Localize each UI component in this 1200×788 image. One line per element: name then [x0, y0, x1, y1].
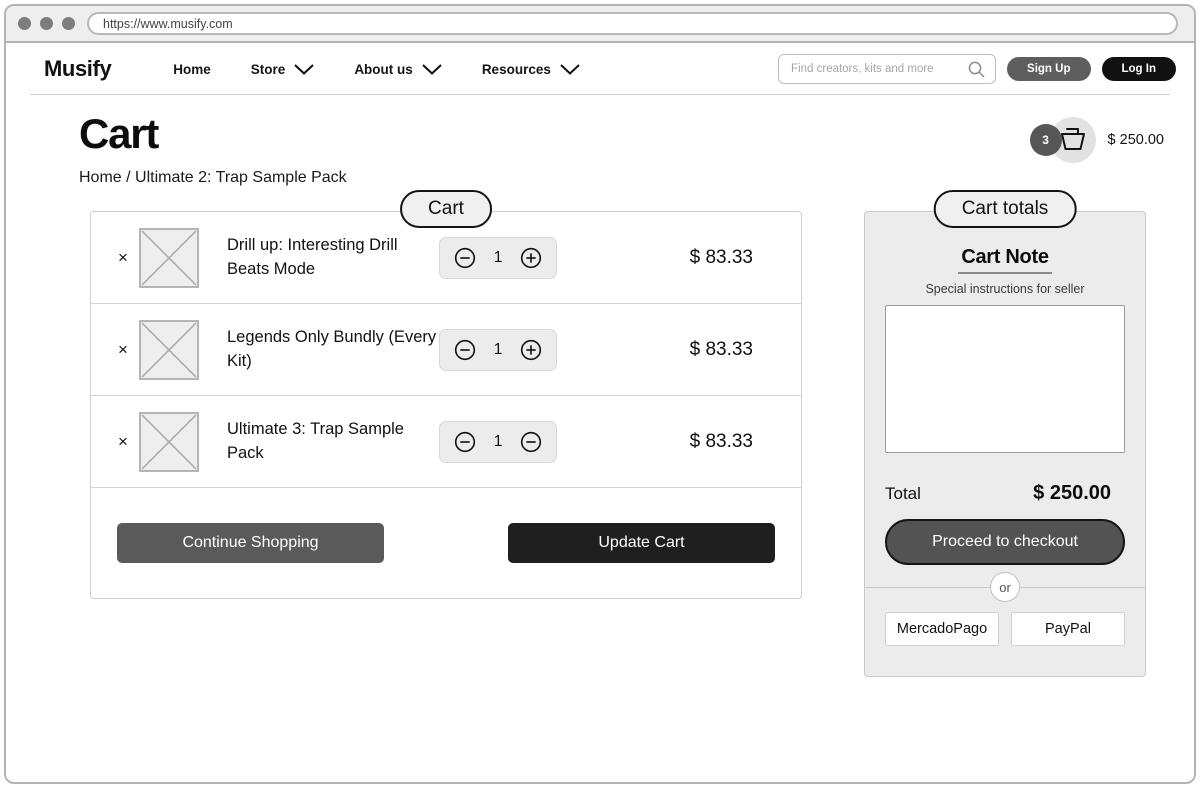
remove-item-button[interactable]: × [113, 432, 133, 452]
plus-circle-icon[interactable] [520, 247, 542, 269]
basket-icon [1060, 128, 1085, 150]
cart-totals-panel: Cart Note Special instructions for selle… [864, 211, 1146, 677]
quantity-value[interactable]: 1 [492, 249, 504, 267]
chevron-down-icon [294, 63, 314, 75]
proceed-to-checkout-button[interactable]: Proceed to checkout [885, 518, 1125, 565]
nav-label: About us [354, 61, 413, 77]
remove-item-button[interactable]: × [113, 248, 133, 268]
site-logo[interactable]: Musify [44, 56, 112, 82]
image-placeholder-icon [141, 413, 197, 470]
sign-up-button[interactable]: Sign Up [1007, 57, 1091, 81]
breadcrumb[interactable]: Home / Ultimate 2: Trap Sample Pack [79, 169, 1170, 187]
cart-note-textarea[interactable] [885, 304, 1125, 453]
product-price: $ 83.33 [689, 338, 753, 360]
minus-circle-icon[interactable] [454, 247, 476, 269]
minimize-dot[interactable] [40, 17, 53, 30]
minus-circle-icon[interactable] [454, 339, 476, 361]
site-header: Musify Home Store About us Resources Fin… [6, 43, 1194, 95]
nav-item-about-us[interactable]: About us [354, 62, 442, 77]
cart-note-subtitle: Special instructions for seller [925, 281, 1085, 296]
chevron-down-icon [422, 63, 442, 75]
quantity-value[interactable]: 1 [492, 433, 504, 451]
nav-item-home[interactable]: Home [173, 62, 211, 77]
quantity-stepper: 1 [439, 420, 557, 463]
main-content: Cart × Drill up: Interesting Drill Beats… [6, 187, 1194, 677]
quantity-value[interactable]: 1 [492, 341, 504, 359]
paypal-button[interactable]: PayPal [1011, 612, 1125, 646]
nav-label: Resources [481, 61, 551, 77]
cart-action-bar: Continue Shopping Update Cart [91, 488, 801, 598]
browser-window: https://www.musify.com Musify Home Store… [4, 4, 1196, 784]
nav-item-store[interactable]: Store [251, 62, 315, 77]
cart-note-title: Cart Note [961, 246, 1049, 268]
cart-totals-inner: Cart Note Special instructions for selle… [865, 246, 1145, 565]
page-content: Cart Home / Ultimate 2: Trap Sample Pack… [6, 95, 1194, 677]
cart-summary[interactable]: 3 $ 250.00 [1029, 117, 1164, 163]
address-bar[interactable]: https://www.musify.com [87, 12, 1178, 35]
product-name[interactable]: Legends Only Bundly (Every Kit) [227, 326, 439, 373]
cart-items-panel: × Drill up: Interesting Drill Beats Mode [90, 211, 802, 599]
continue-shopping-button[interactable]: Continue Shopping [117, 523, 384, 563]
product-thumbnail [139, 227, 199, 288]
browser-chrome-bar: https://www.musify.com [6, 6, 1194, 43]
product-price: $ 83.33 [689, 246, 753, 268]
page-title: Cart [79, 110, 159, 157]
table-row: × Ultimate 3: Trap Sample Pack 1 $ 83.33 [91, 396, 801, 488]
cart-totals-wrapper: Cart totals Cart Note Special instructio… [864, 190, 1146, 677]
product-name[interactable]: Drill up: Interesting Drill Beats Mode [227, 234, 439, 281]
cart-badge-count: 3 [1029, 124, 1062, 156]
search-input[interactable] [791, 63, 969, 75]
or-divider: or [865, 572, 1145, 603]
total-value: $ 250.00 [1033, 481, 1111, 504]
image-placeholder-icon [141, 229, 197, 286]
total-label: Total [885, 483, 921, 503]
cart-panel-wrapper: Cart × Drill up: Interesting Drill Beats… [90, 190, 802, 599]
plus-circle-icon[interactable] [520, 339, 542, 361]
window-controls [18, 17, 75, 30]
url-text: https://www.musify.com [103, 16, 233, 31]
maximize-dot[interactable] [62, 17, 75, 30]
nav-label: Store [250, 61, 286, 77]
or-label: or [990, 572, 1020, 603]
chevron-down-icon [560, 63, 580, 75]
minus-circle-icon[interactable] [520, 431, 542, 453]
product-thumbnail [139, 411, 199, 472]
product-thumbnail [139, 319, 199, 380]
total-row: Total $ 250.00 [885, 482, 1125, 505]
cart-total-amount: $ 250.00 [1107, 132, 1164, 148]
close-dot[interactable] [18, 17, 31, 30]
update-cart-button[interactable]: Update Cart [508, 523, 775, 563]
image-placeholder-icon [141, 321, 197, 378]
cart-totals-tab-label[interactable]: Cart totals [933, 190, 1077, 228]
table-row: × Legends Only Bundly (Every Kit) 1 $ 83… [91, 304, 801, 396]
log-in-button[interactable]: Log In [1101, 57, 1176, 81]
search-icon[interactable] [968, 61, 985, 78]
remove-item-button[interactable]: × [113, 340, 133, 360]
page-title-row: Cart Home / Ultimate 2: Trap Sample Pack… [6, 95, 1194, 187]
nav-item-resources[interactable]: Resources [482, 62, 580, 77]
quantity-stepper: 1 [439, 328, 557, 371]
search-box[interactable] [778, 54, 997, 84]
product-name[interactable]: Ultimate 3: Trap Sample Pack [227, 418, 439, 465]
nav-label: Home [173, 61, 211, 77]
header-actions: Sign Up Log In [778, 54, 1176, 84]
quantity-stepper: 1 [439, 236, 557, 279]
mercadopago-button[interactable]: MercadoPago [885, 612, 999, 646]
main-nav: Home Store About us Resources [173, 62, 580, 77]
cart-tab-label[interactable]: Cart [400, 190, 492, 228]
minus-circle-icon[interactable] [454, 431, 476, 453]
product-price: $ 83.33 [689, 430, 753, 452]
cart-note-underline [958, 272, 1052, 274]
